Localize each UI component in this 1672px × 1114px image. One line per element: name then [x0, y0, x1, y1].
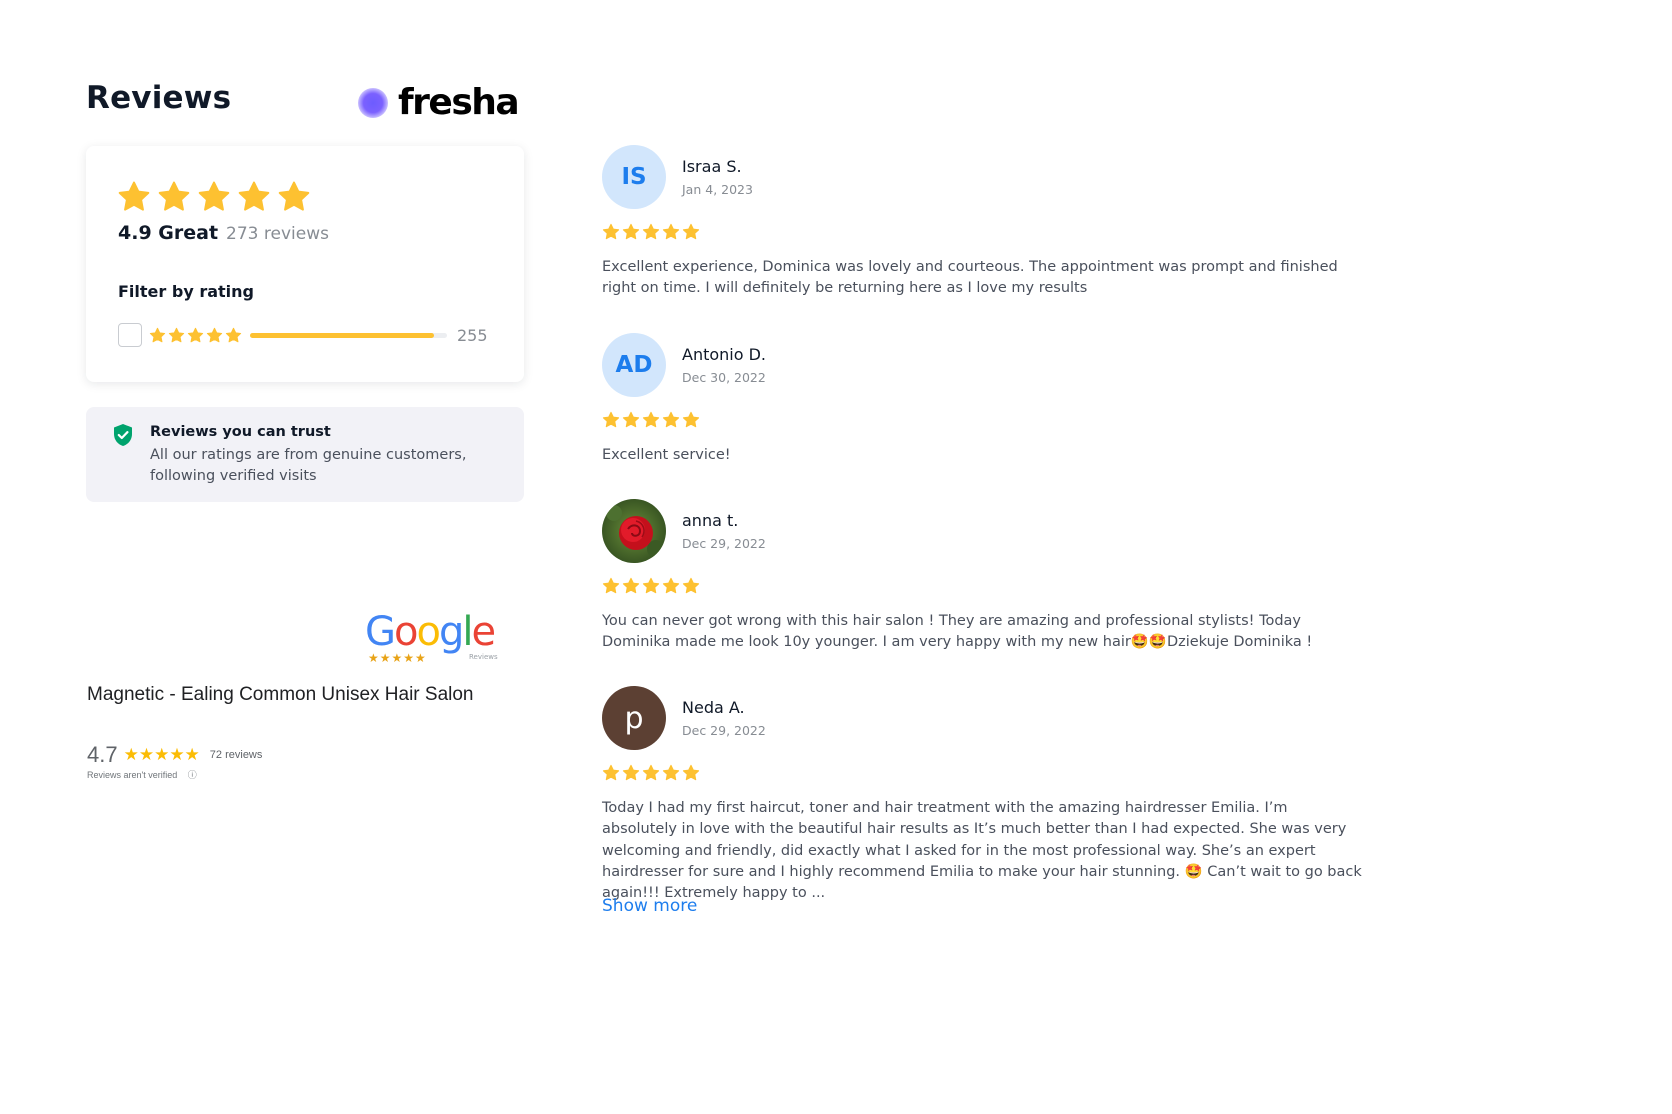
star-icon	[197, 180, 231, 214]
avatar-photo	[602, 499, 666, 563]
review-item: anna t. Dec 29, 2022 You can never got w…	[602, 499, 1362, 659]
shield-check-icon	[112, 423, 134, 451]
review-date: Dec 29, 2022	[682, 536, 766, 551]
page-title: Reviews	[86, 80, 232, 116]
overall-review-count: 273 reviews	[226, 224, 329, 244]
reviewer-name: Neda A.	[682, 698, 745, 717]
review-date: Dec 30, 2022	[682, 370, 766, 385]
star-icon	[168, 327, 185, 344]
review-text: Today I had my first haircut, toner and …	[602, 800, 1362, 902]
review-date: Dec 29, 2022	[682, 723, 766, 738]
review-date: Jan 4, 2023	[682, 182, 753, 197]
google-logo-letter: o	[416, 609, 441, 655]
star-icon	[642, 764, 660, 782]
star-icon	[117, 180, 151, 214]
info-icon[interactable]: ⓘ	[188, 770, 197, 780]
review-item: p Neda A. Dec 29, 2022 Today I had my fi…	[602, 686, 1362, 926]
avatar: p	[602, 686, 666, 750]
show-more-link[interactable]: Show more	[602, 896, 697, 916]
google-logo-subtitle: Reviews	[469, 653, 498, 661]
star-icon	[662, 223, 680, 241]
fresha-logo: fresha	[358, 82, 520, 123]
rating-filter-checkbox[interactable]	[118, 323, 142, 347]
star-icon	[602, 577, 620, 595]
rating-filter-bar-fill	[250, 332, 434, 338]
rose-photo-icon	[602, 499, 666, 563]
rating-filter-row-5[interactable]: 255	[118, 322, 496, 348]
star-icon	[622, 577, 640, 595]
review-stars	[602, 411, 700, 429]
reviewer-name: Antonio D.	[682, 345, 767, 364]
overall-rating-line: 4.9 Great 273 reviews	[118, 222, 329, 244]
star-icon	[662, 577, 680, 595]
google-review-count[interactable]: 72 reviews	[210, 749, 263, 761]
rating-filter-bar	[250, 332, 447, 338]
reviewer-name: Israa S.	[682, 157, 742, 176]
review-text: Excellent service!	[602, 447, 731, 463]
star-icon	[602, 764, 620, 782]
google-rating-line: 4.7 ★★★★★ 72 reviews	[87, 742, 262, 768]
review-stars	[602, 223, 700, 241]
star-icon	[642, 223, 660, 241]
review-text: You can never got wrong with this hair s…	[602, 613, 1313, 651]
overall-score: 4.9 Great	[118, 222, 219, 244]
star-icon	[662, 764, 680, 782]
salon-name: Magnetic - Ealing Common Unisex Hair Sal…	[87, 684, 474, 705]
star-icon	[225, 327, 242, 344]
google-logo-letter: e	[471, 609, 496, 655]
google-logo-letter: g	[438, 609, 464, 655]
star-icon	[622, 411, 640, 429]
star-icon	[642, 411, 660, 429]
fresha-logo-dot	[358, 87, 388, 118]
google-logo-letter: G	[365, 609, 396, 655]
star-icon	[682, 223, 700, 241]
star-icon	[149, 327, 166, 344]
google-logo-word: Google	[365, 610, 501, 654]
review-stars	[602, 577, 700, 595]
overall-star-rating	[117, 180, 311, 214]
google-rating-stars: ★★★★★	[123, 745, 200, 764]
rating-filter-stars	[149, 327, 242, 344]
star-icon	[602, 411, 620, 429]
google-logo-letter: l	[462, 609, 473, 655]
avatar: AD	[602, 333, 666, 397]
rating-filter-count: 255	[457, 325, 488, 345]
star-icon	[277, 180, 311, 214]
rating-summary-card: 4.9 Great 273 reviews Filter by rating 2…	[86, 146, 524, 382]
filter-by-rating-title: Filter by rating	[118, 282, 254, 301]
google-score: 4.7	[87, 742, 118, 767]
fresha-logo-word: fresha	[398, 82, 520, 123]
star-icon	[206, 327, 223, 344]
star-icon	[622, 223, 640, 241]
google-verify-text: Reviews aren't verified	[87, 770, 178, 780]
review-text: Excellent experience, Dominica was lovel…	[602, 259, 1338, 297]
star-icon	[642, 577, 660, 595]
star-icon	[237, 180, 271, 214]
star-icon	[682, 577, 700, 595]
google-logo-stars: ★★★★★	[368, 651, 427, 665]
review-item: AD Antonio D. Dec 30, 2022 Excellent ser…	[602, 333, 1362, 473]
google-verify-note: Reviews aren't verified ⓘ	[87, 768, 197, 781]
google-logo-letter: o	[394, 609, 419, 655]
avatar: IS	[602, 145, 666, 209]
star-icon	[622, 764, 640, 782]
review-item: IS Israa S. Jan 4, 2023 Excellent experi…	[602, 145, 1362, 305]
star-icon	[157, 180, 191, 214]
google-reviews-logo: Google ★★★★★ Reviews	[365, 610, 501, 670]
trust-title: Reviews you can trust	[150, 424, 331, 440]
star-icon	[682, 764, 700, 782]
star-icon	[662, 411, 680, 429]
reviewer-name: anna t.	[682, 511, 739, 530]
trust-panel: Reviews you can trust All our ratings ar…	[86, 407, 524, 502]
trust-body: All our ratings are from genuine custome…	[150, 447, 467, 484]
review-stars	[602, 764, 700, 782]
star-icon	[682, 411, 700, 429]
star-icon	[602, 223, 620, 241]
star-icon	[187, 327, 204, 344]
